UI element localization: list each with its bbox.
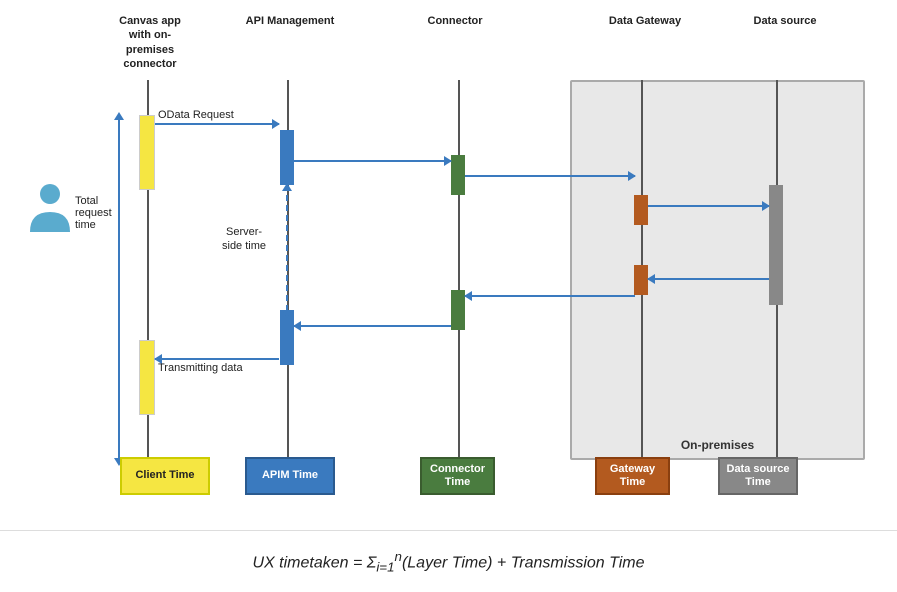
connector-block-top [451, 155, 465, 195]
apim-connector-arrow [294, 160, 451, 162]
apim-vert-dashed [286, 185, 288, 310]
formula-text: UX timetaken = Σi=1n(Layer Time) + Trans… [252, 549, 644, 575]
canvas-app-label: Canvas appwith on-premisesconnector [105, 14, 195, 71]
onprem-label: On-premises [681, 438, 754, 452]
server-side-label: Server-side time [222, 225, 266, 254]
diagram-container: On-premises Canvas appwith on-premisesco… [0, 0, 897, 530]
gateway-ds-arrow [648, 205, 769, 207]
onprem-box: On-premises [570, 80, 865, 460]
ds-gateway-return-arrow [648, 278, 769, 280]
apim-arrow-up [282, 183, 292, 191]
gateway-connector-return-arrow [465, 295, 635, 297]
client-time-legend: Client Time [120, 457, 210, 495]
apim-block-top [280, 130, 294, 185]
api-mgmt-label: API Management [245, 14, 335, 28]
canvas-block-bottom [139, 340, 155, 415]
user-icon [28, 180, 72, 235]
total-request-label: Totalrequesttime [75, 195, 112, 231]
odata-label: OData Request [158, 109, 234, 121]
apim-arrow-down [282, 310, 292, 318]
odata-arrow [155, 123, 279, 125]
datasource-time-legend: Data sourceTime [718, 457, 798, 495]
formula-bar: UX timetaken = Σi=1n(Layer Time) + Trans… [0, 530, 897, 592]
data-gateway-label: Data Gateway [605, 14, 685, 28]
apim-time-legend: APIM Time [245, 457, 335, 495]
gateway-block-bottom [634, 265, 648, 295]
connector-gateway-arrow [465, 175, 635, 177]
connector-apim-return-arrow [294, 325, 451, 327]
apim-block-bottom [280, 310, 294, 365]
total-req-arrow-up [114, 112, 124, 120]
connector-time-legend: ConnectorTime [420, 457, 495, 495]
datasource-block [769, 185, 783, 305]
connector-lifeline [458, 80, 460, 460]
connector-label: Connector [420, 14, 490, 28]
data-source-label: Data source [745, 14, 825, 28]
gateway-time-legend: GatewayTime [595, 457, 670, 495]
transmit-label: Transmitting data [158, 362, 243, 374]
gateway-block-top [634, 195, 648, 225]
transmit-arrow [155, 358, 279, 360]
connector-block-bottom [451, 290, 465, 330]
total-request-line [118, 115, 120, 460]
canvas-block-top [139, 115, 155, 190]
